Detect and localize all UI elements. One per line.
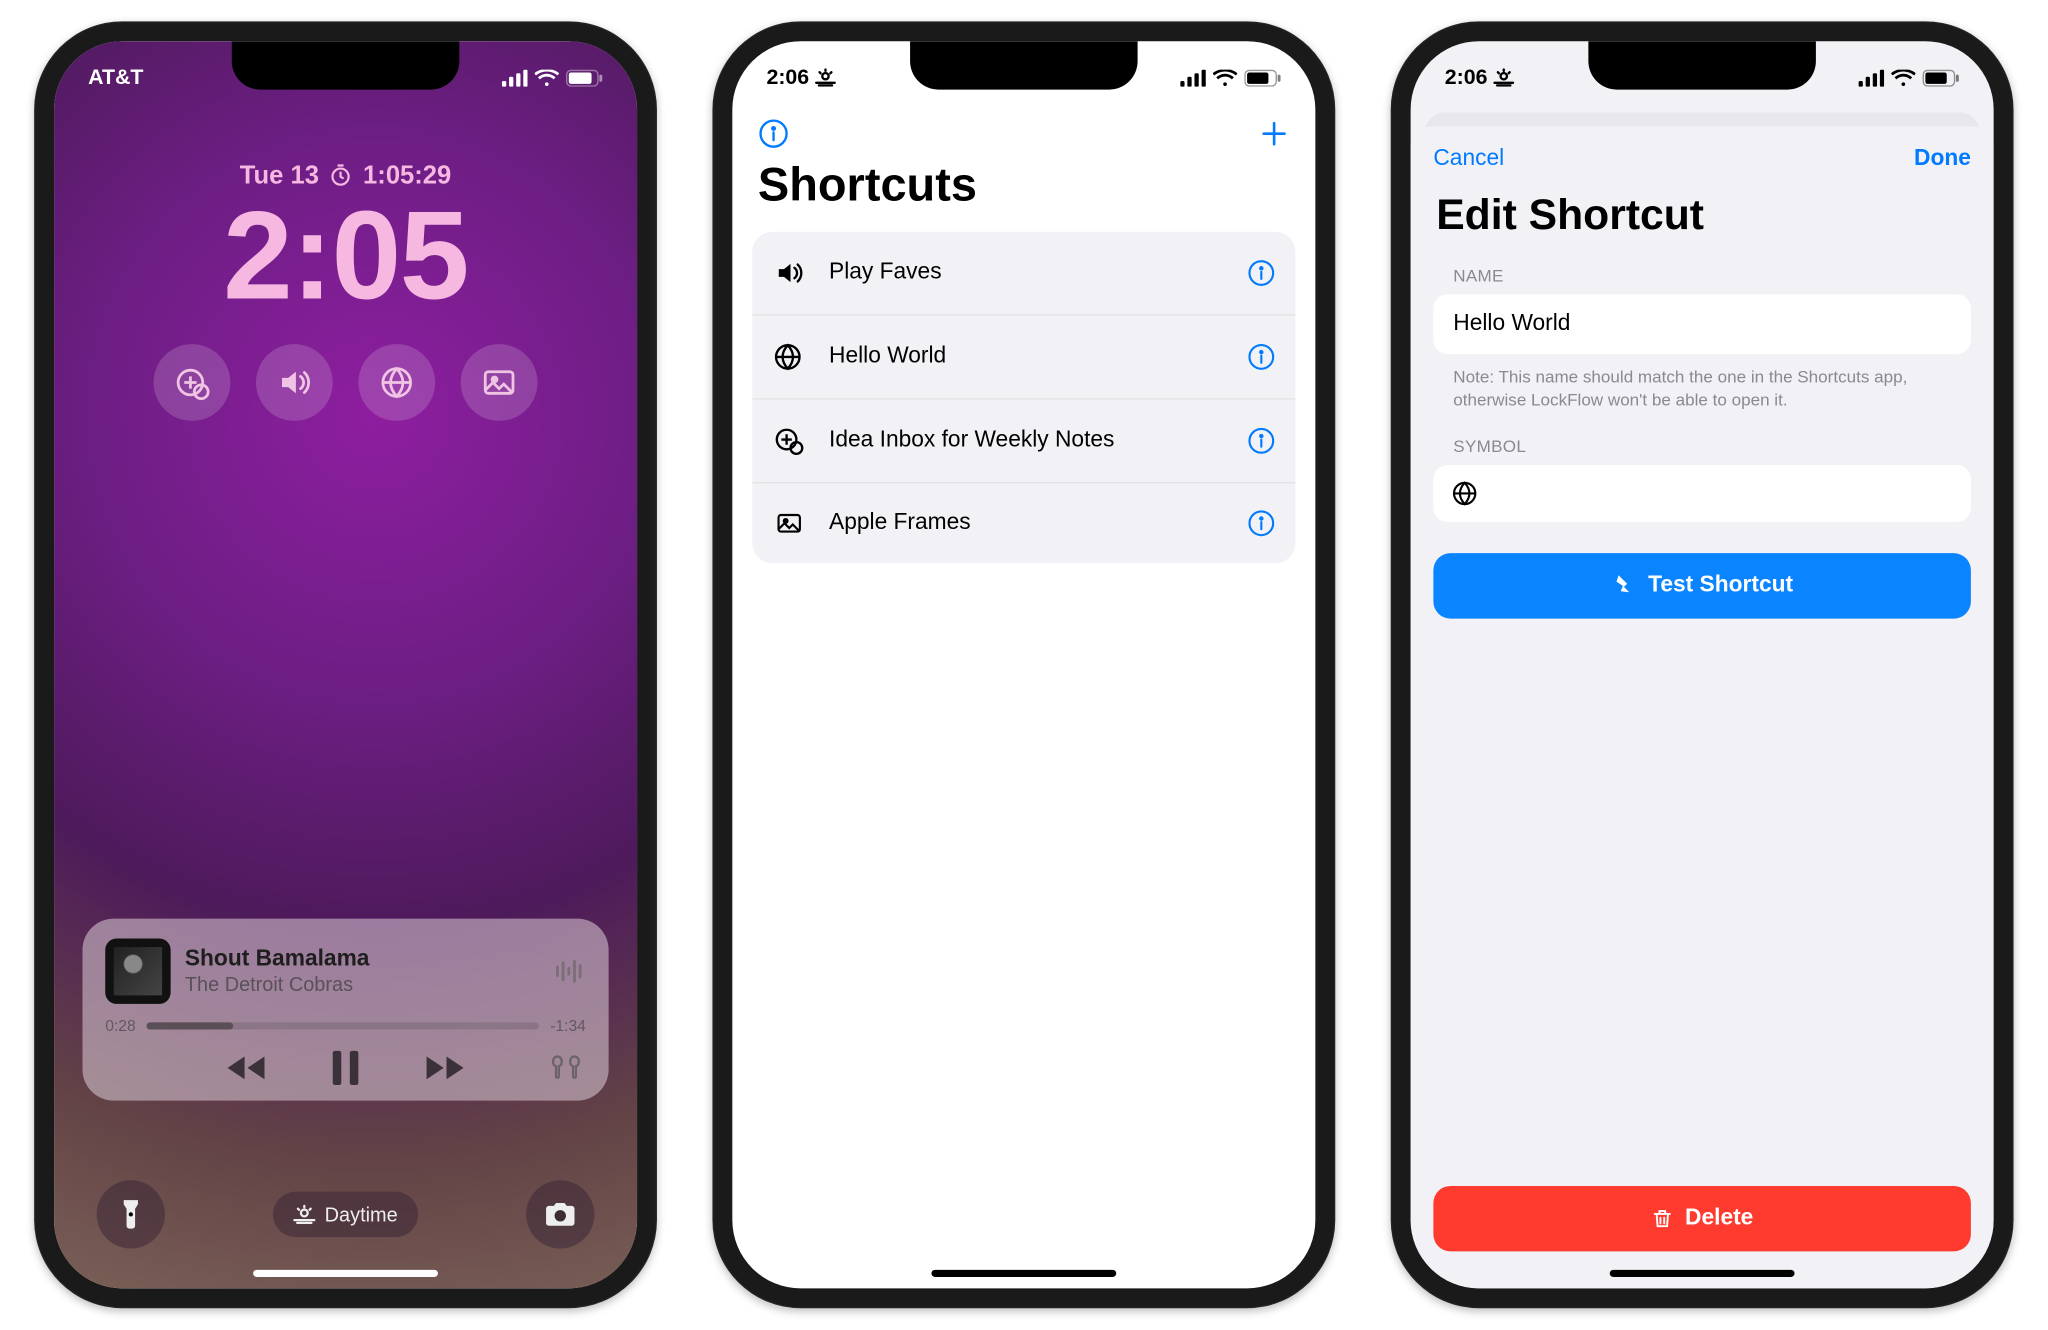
flashlight-icon	[117, 1197, 145, 1231]
name-field[interactable]: Hello World	[1433, 294, 1971, 354]
modal-sheet: Cancel Done Edit Shortcut NAME Hello Wor…	[1411, 126, 1994, 1288]
list-item-label: Hello World	[829, 343, 1227, 369]
notch	[910, 41, 1138, 89]
notch	[1588, 41, 1816, 89]
cellular-icon	[1180, 69, 1206, 86]
lockscreen-time: 2:05	[54, 193, 637, 318]
status-time: 2:06	[766, 65, 809, 89]
elapsed-time: 0:28	[105, 1017, 135, 1034]
photo-icon	[481, 363, 518, 400]
remaining-time: -1:34	[550, 1017, 586, 1034]
name-note: Note: This name should match the one in …	[1453, 365, 1951, 411]
shortcuts-list: Play Faves Hello World Idea Inbox for We	[752, 231, 1295, 562]
test-shortcut-button[interactable]: Test Shortcut	[1433, 553, 1971, 618]
status-time: 2:06	[1445, 65, 1488, 89]
globe-icon	[1450, 479, 1478, 507]
camera-icon	[543, 1199, 577, 1227]
page-title: Shortcuts	[732, 149, 1315, 231]
battery-icon	[1923, 69, 1960, 86]
cancel-button[interactable]: Cancel	[1433, 146, 1504, 172]
battery-icon	[1244, 69, 1281, 86]
track-title: Shout Bamalama	[185, 946, 370, 972]
track-artist: The Detroit Cobras	[185, 972, 370, 995]
rewind-button[interactable]	[225, 1053, 268, 1081]
doc-plus-icon	[173, 363, 210, 400]
list-item-label: Idea Inbox for Weekly Notes	[829, 427, 1227, 453]
info-button[interactable]	[758, 117, 789, 148]
now-playing-card[interactable]: Shout Bamalama The Detroit Cobras 0:28 -…	[82, 918, 608, 1100]
horizon-icon	[1493, 68, 1514, 86]
focus-label: Daytime	[325, 1202, 398, 1225]
cellular-icon	[1859, 69, 1885, 86]
photo-icon	[772, 508, 809, 536]
timer-icon	[329, 163, 353, 187]
battery-icon	[566, 69, 603, 86]
row-info-button[interactable]	[1247, 508, 1275, 536]
symbol-field[interactable]	[1433, 465, 1971, 522]
list-item-label: Apple Frames	[829, 510, 1227, 536]
list-item[interactable]: Idea Inbox for Weekly Notes	[752, 399, 1295, 483]
horizon-icon	[815, 68, 836, 86]
wifi-icon	[1213, 69, 1237, 86]
row-info-button[interactable]	[1247, 342, 1275, 370]
speaker-wave-icon	[276, 363, 313, 400]
list-item[interactable]: Hello World	[752, 315, 1295, 399]
camera-button[interactable]	[526, 1180, 594, 1248]
cellular-icon	[502, 69, 528, 86]
info-circle-icon	[758, 117, 789, 148]
home-indicator[interactable]	[253, 1269, 438, 1276]
list-item[interactable]: Play Faves	[752, 231, 1295, 315]
airpods-icon[interactable]	[549, 1052, 583, 1080]
flashlight-button[interactable]	[97, 1180, 165, 1248]
info-circle-icon	[1247, 342, 1275, 370]
focus-pill[interactable]: Daytime	[273, 1191, 417, 1237]
list-item[interactable]: Apple Frames	[752, 483, 1295, 563]
album-art	[105, 938, 170, 1003]
status-carrier: AT&T	[88, 65, 143, 89]
wifi-icon	[1891, 69, 1915, 86]
horizon-icon	[293, 1204, 316, 1224]
row-info-button[interactable]	[1247, 426, 1275, 454]
phone-lockscreen: AT&T Tue 13 1:05:29 2:05	[34, 21, 657, 1308]
plus-icon	[1258, 117, 1289, 148]
home-indicator[interactable]	[931, 1269, 1116, 1276]
notch	[232, 41, 460, 89]
row-info-button[interactable]	[1247, 258, 1275, 286]
phone-shortcuts-list: 2:06 Shortcuts Play Faves	[712, 21, 1335, 1308]
trash-icon	[1651, 1205, 1674, 1231]
home-indicator[interactable]	[1610, 1269, 1795, 1276]
shortcuts-app-icon	[1611, 573, 1637, 599]
name-section-label: NAME	[1453, 265, 1951, 285]
phone-edit-shortcut: 2:06 Cancel Done Edit Shortcut NAME Hell…	[1391, 21, 2014, 1308]
globe-icon	[378, 363, 415, 400]
speaker-wave-icon	[772, 257, 809, 288]
progress-bar[interactable]	[147, 1022, 539, 1029]
widget-globe[interactable]	[358, 343, 435, 420]
widget-speaker[interactable]	[256, 343, 333, 420]
wifi-icon	[535, 69, 559, 86]
delete-label: Delete	[1685, 1205, 1753, 1231]
forward-button[interactable]	[424, 1053, 467, 1081]
done-button[interactable]: Done	[1914, 146, 1971, 172]
delete-button[interactable]: Delete	[1433, 1185, 1971, 1250]
lockscreen-widgets	[54, 343, 637, 420]
info-circle-icon	[1247, 508, 1275, 536]
waveform-icon[interactable]	[555, 958, 586, 984]
widget-photo[interactable]	[461, 343, 538, 420]
widget-doc-plus[interactable]	[154, 343, 231, 420]
info-circle-icon	[1247, 258, 1275, 286]
sheet-title: Edit Shortcut	[1436, 191, 1968, 239]
add-button[interactable]	[1258, 117, 1289, 148]
test-shortcut-label: Test Shortcut	[1648, 573, 1793, 599]
info-circle-icon	[1247, 426, 1275, 454]
globe-icon	[772, 341, 809, 372]
pause-button[interactable]	[330, 1049, 361, 1086]
symbol-section-label: SYMBOL	[1453, 436, 1951, 456]
list-item-label: Play Faves	[829, 260, 1227, 286]
doc-plus-icon	[772, 424, 809, 455]
